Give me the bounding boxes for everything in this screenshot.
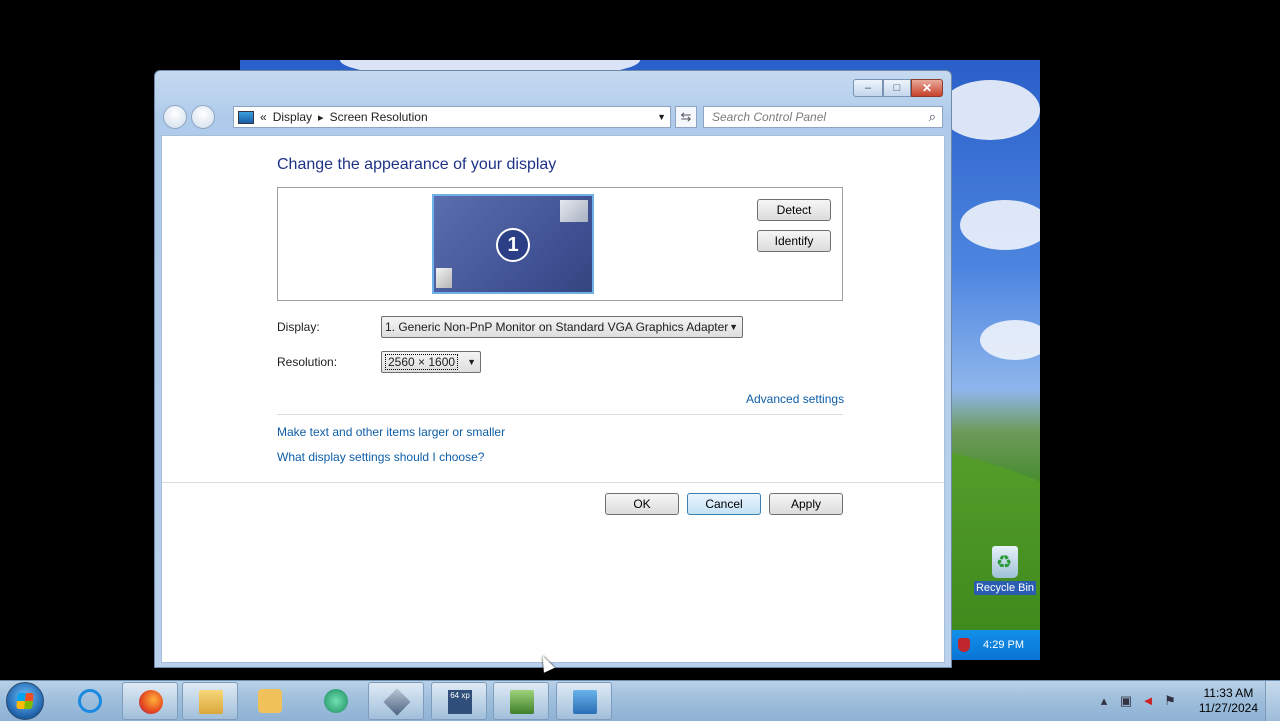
media-player-icon: [258, 689, 282, 713]
display-preview: 1 Detect Identify: [277, 187, 843, 301]
taskbar: 64 xp ▴ ▣ ◄ ⚑ 11:33 AM 11/27/2024: [0, 680, 1280, 721]
maximize-icon: □: [893, 82, 901, 94]
system-tray: ▴ ▣ ◄ ⚑ 11:33 AM 11/27/2024: [1090, 681, 1280, 721]
show-desktop-button[interactable]: [1265, 681, 1280, 721]
volume-muted-icon[interactable]: ◄: [1140, 693, 1156, 709]
caption-buttons: – □ ✕: [853, 79, 943, 97]
folder-icon: [199, 690, 223, 714]
internet-explorer-icon: [78, 689, 102, 713]
display-select[interactable]: 1. Generic Non-PnP Monitor on Standard V…: [381, 316, 743, 338]
breadcrumb-separator-icon[interactable]: ▸: [318, 111, 324, 124]
maximize-button[interactable]: □: [883, 79, 911, 97]
address-dropdown-icon[interactable]: ▼: [657, 107, 666, 127]
minimize-button[interactable]: –: [853, 79, 883, 97]
windows-logo-icon: [16, 693, 34, 709]
taskbar-device-app[interactable]: [493, 682, 549, 720]
show-hidden-icons-icon[interactable]: ▴: [1096, 693, 1112, 709]
resolution-select-value: 2560 × 1600: [385, 354, 459, 370]
breadcrumb-chevrons[interactable]: «: [260, 110, 267, 124]
navigation-bar: « Display ▸ Screen Resolution ▼ ⇆ Search…: [163, 105, 943, 131]
monitor-corner-icon: [560, 200, 588, 222]
chat-bubble-icon: [324, 689, 348, 713]
cloud: [980, 320, 1040, 360]
windows-xp-vm-icon: 64 xp: [448, 690, 472, 714]
clock[interactable]: 11:33 AM 11/27/2024: [1199, 686, 1258, 716]
monitor-corner-icon: [436, 268, 452, 288]
taskbar-control-panel[interactable]: [556, 682, 612, 720]
control-panel-icon: [238, 110, 254, 124]
hardware-icon: [510, 690, 534, 714]
taskbar-xp-vm[interactable]: 64 xp: [431, 682, 487, 720]
taskbar-virtualbox[interactable]: [368, 682, 424, 720]
firefox-icon: [139, 690, 163, 714]
breadcrumb-display[interactable]: Display: [273, 110, 312, 124]
taskbar-app-green[interactable]: [308, 682, 364, 720]
clock-time: 11:33 AM: [1203, 686, 1254, 700]
taskbar-internet-explorer[interactable]: [62, 682, 118, 720]
breadcrumb-screen-resolution[interactable]: Screen Resolution: [330, 110, 428, 124]
network-icon[interactable]: ▣: [1118, 693, 1134, 709]
display-select-value: 1. Generic Non-PnP Monitor on Standard V…: [385, 320, 729, 334]
divider: [162, 482, 944, 483]
refresh-button[interactable]: ⇆: [675, 106, 697, 128]
action-center-flag-icon[interactable]: ⚑: [1162, 693, 1178, 709]
recycle-bin[interactable]: Recycle Bin: [970, 546, 1040, 595]
close-button[interactable]: ✕: [911, 79, 943, 97]
chevron-down-icon: ▼: [467, 357, 476, 367]
advanced-settings-link[interactable]: Advanced settings: [746, 392, 844, 406]
taskbar-firefox[interactable]: [122, 682, 178, 720]
search-icon[interactable]: ⌕: [929, 107, 936, 127]
vm-tray: 4:29 PM: [952, 630, 1040, 660]
resolution-select[interactable]: 2560 × 1600 ▼: [381, 351, 481, 373]
recycle-bin-label: Recycle Bin: [973, 581, 1037, 595]
page-title: Change the appearance of your display: [277, 156, 557, 173]
start-button[interactable]: [6, 682, 44, 720]
taskbar-media-player[interactable]: [242, 682, 298, 720]
display-help-link[interactable]: What display settings should I choose?: [277, 450, 484, 464]
monitor-1-tile[interactable]: 1: [432, 194, 594, 294]
chevron-down-icon: ▼: [729, 322, 738, 332]
search-input[interactable]: Search Control Panel ⌕: [703, 106, 943, 128]
search-placeholder: Search Control Panel: [712, 110, 827, 124]
content-pane: Change the appearance of your display 1 …: [161, 135, 945, 663]
recycle-bin-icon: [992, 546, 1018, 578]
ok-button[interactable]: OK: [605, 493, 679, 515]
display-settings-icon: [573, 690, 597, 714]
close-icon: ✕: [921, 81, 933, 95]
monitor-number: 1: [496, 228, 530, 262]
identify-button[interactable]: Identify: [757, 230, 831, 252]
virtualbox-cube-icon: [383, 688, 411, 716]
cloud: [960, 200, 1040, 250]
resolution-label: Resolution:: [277, 355, 338, 369]
minimize-icon: –: [864, 82, 872, 94]
divider: [277, 414, 843, 415]
clock-date: 11/27/2024: [1198, 701, 1258, 715]
cloud: [940, 80, 1040, 140]
security-shield-icon[interactable]: [958, 638, 970, 652]
detect-button[interactable]: Detect: [757, 199, 831, 221]
taskbar-explorer[interactable]: [182, 682, 238, 720]
display-label: Display:: [277, 320, 320, 334]
apply-button[interactable]: Apply: [769, 493, 843, 515]
text-size-link[interactable]: Make text and other items larger or smal…: [277, 425, 505, 439]
screen-resolution-window: – □ ✕ « Display ▸ Screen Resolution ▼ ⇆ …: [154, 70, 952, 668]
forward-button[interactable]: [191, 105, 215, 129]
cancel-button[interactable]: Cancel: [687, 493, 761, 515]
vm-clock[interactable]: 4:29 PM: [983, 639, 1024, 651]
back-button[interactable]: [163, 105, 187, 129]
address-bar[interactable]: « Display ▸ Screen Resolution ▼: [233, 106, 671, 128]
